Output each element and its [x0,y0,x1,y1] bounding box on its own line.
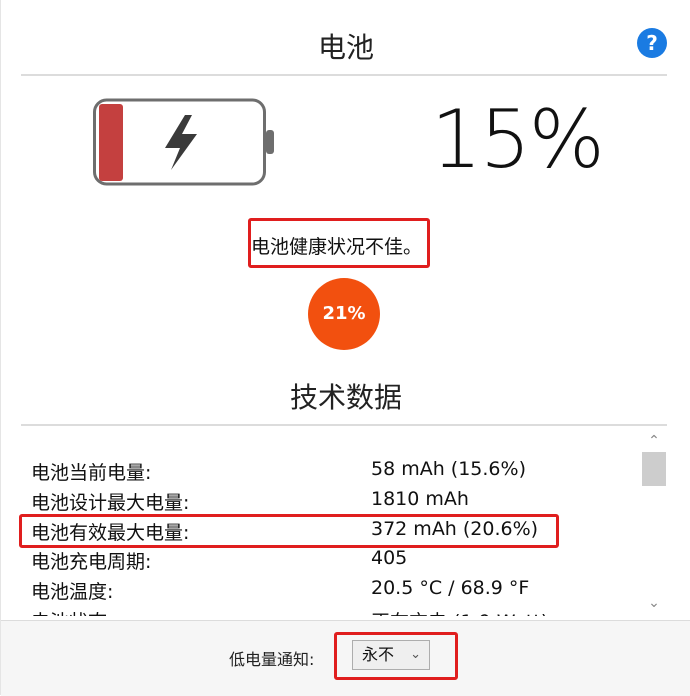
scrollbar-thumb[interactable] [642,452,666,486]
battery-level-fill [99,104,123,181]
row-label: 电池充电周期: [31,551,152,573]
row-value: 1810 mAh [371,488,469,510]
chevron-down-icon: ⌄ [410,647,421,662]
health-message: 电池健康状况不佳。 [251,236,423,258]
row-value: 405 [371,547,408,569]
tech-data-title: 技术数据 [289,381,402,414]
low-battery-notify-select[interactable]: 永不 ⌄ [352,640,430,670]
row-label: 电池当前电量: [31,462,152,484]
row-highlight-box [19,514,559,548]
panel-title: 电池 [317,31,374,64]
row-label: 电池设计最大电量: [31,492,190,514]
header-divider [21,74,667,76]
row-label: 电池温度: [31,581,114,603]
row-label: 电池状态: [31,607,113,616]
row-value: 20.5 °C / 68.9 °F [371,577,530,599]
battery-panel: 电池 ? 15% 电池健康状况不佳。 21% 技术数据 电池当前电量: 58 m… [0,0,690,696]
row-value: 正在充电 (1.9 Watt) [371,607,548,616]
battery-icon [93,98,275,192]
battery-percent: 15% [431,93,605,186]
help-icon[interactable]: ? [637,28,667,58]
health-badge: 21% [308,278,380,350]
scroll-down-icon[interactable]: ⌄ [641,592,667,614]
low-battery-notify-label: 低电量通知: [229,650,315,669]
row-value: 58 mAh (15.6%) [371,458,526,480]
scroll-up-icon[interactable]: ⌃ [641,430,667,452]
select-value: 永不 [362,645,395,664]
